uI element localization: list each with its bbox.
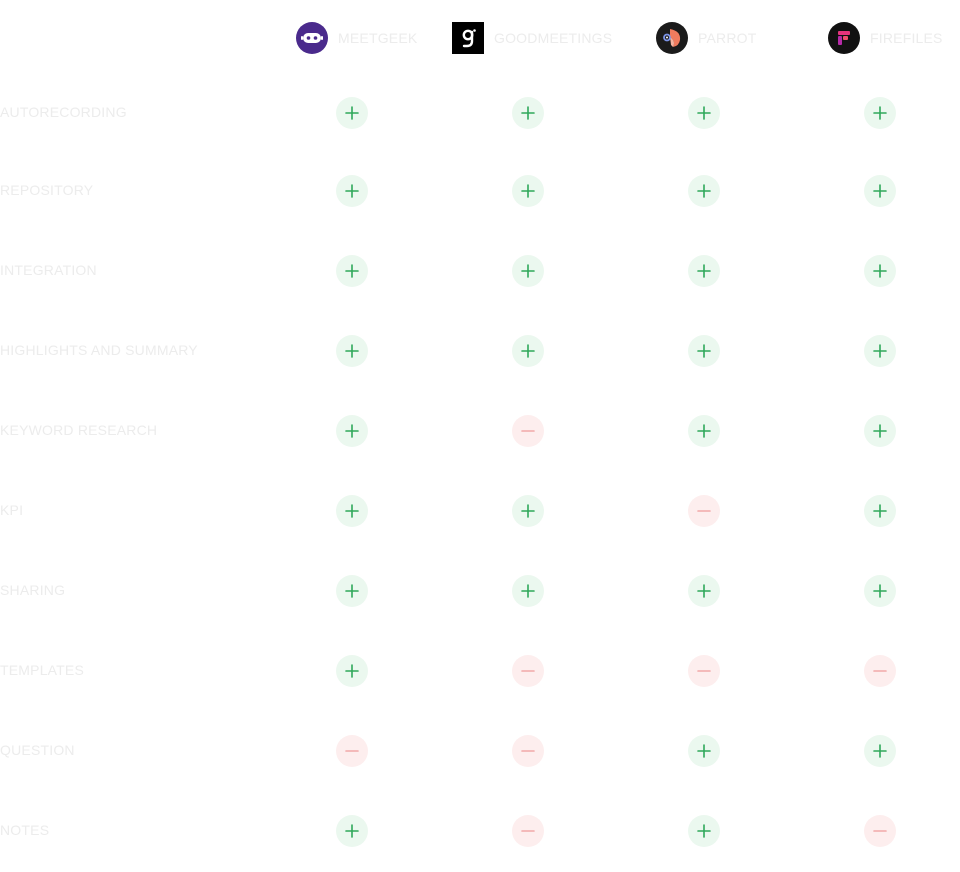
- supported-plus-icon: [864, 255, 896, 287]
- unsupported-minus-icon: [512, 415, 544, 447]
- supported-plus-icon: [864, 495, 896, 527]
- unsupported-minus-icon: [512, 655, 544, 687]
- supported-plus-icon: [864, 175, 896, 207]
- supported-plus-icon: [336, 575, 368, 607]
- feature-label-sharing: SHARING: [0, 582, 66, 598]
- feature-label-integration: INTEGRATION: [0, 262, 97, 278]
- feature-label-keyword-research: KEYWORD RESEARCH: [0, 422, 158, 438]
- supported-plus-icon: [512, 335, 544, 367]
- tool-name-parrot: PARROT: [698, 30, 757, 46]
- goodmeetings-g-icon: [452, 22, 484, 54]
- supported-plus-icon: [688, 815, 720, 847]
- supported-plus-icon: [336, 175, 368, 207]
- tool-header-meetgeek: MEETGEEK: [296, 22, 417, 54]
- supported-plus-icon: [336, 335, 368, 367]
- supported-plus-icon: [688, 175, 720, 207]
- supported-plus-icon: [688, 415, 720, 447]
- supported-plus-icon: [688, 335, 720, 367]
- tool-name-meetgeek: MEETGEEK: [338, 30, 418, 46]
- supported-plus-icon: [864, 415, 896, 447]
- tool-header-parrot: PARROT: [656, 22, 757, 54]
- tool-header-goodmeetings: GOODMEETINGS: [452, 22, 612, 54]
- unsupported-minus-icon: [688, 655, 720, 687]
- unsupported-minus-icon: [864, 655, 896, 687]
- unsupported-minus-icon: [864, 815, 896, 847]
- feature-label-notes: NOTES: [0, 822, 50, 838]
- supported-plus-icon: [688, 97, 720, 129]
- supported-plus-icon: [864, 735, 896, 767]
- supported-plus-icon: [336, 255, 368, 287]
- supported-plus-icon: [336, 815, 368, 847]
- supported-plus-icon: [336, 415, 368, 447]
- supported-plus-icon: [336, 97, 368, 129]
- feature-label-templates: TEMPLATES: [0, 662, 85, 678]
- meetgeek-robot-icon: [296, 22, 328, 54]
- tool-name-goodmeetings: GOODMEETINGS: [494, 30, 613, 46]
- tool-header-firefiles: FIREFILES: [828, 22, 943, 54]
- supported-plus-icon: [864, 97, 896, 129]
- feature-label-kpi: KPI: [0, 502, 24, 518]
- comparison-header: MEETGEEK GOODMEETINGS PARROT FIREFILES: [0, 22, 960, 54]
- supported-plus-icon: [336, 495, 368, 527]
- unsupported-minus-icon: [512, 815, 544, 847]
- supported-plus-icon: [512, 575, 544, 607]
- feature-label-question: QUESTION: [0, 742, 75, 758]
- parrot-bird-icon: [656, 22, 688, 54]
- supported-plus-icon: [512, 495, 544, 527]
- unsupported-minus-icon: [688, 495, 720, 527]
- supported-plus-icon: [688, 575, 720, 607]
- tool-name-firefiles: FIREFILES: [870, 30, 943, 46]
- supported-plus-icon: [688, 735, 720, 767]
- supported-plus-icon: [336, 655, 368, 687]
- unsupported-minus-icon: [512, 735, 544, 767]
- supported-plus-icon: [864, 335, 896, 367]
- feature-label-autorecording: AUTORECORDING: [0, 104, 127, 120]
- fireflies-logo-icon: [828, 22, 860, 54]
- supported-plus-icon: [864, 575, 896, 607]
- supported-plus-icon: [512, 175, 544, 207]
- supported-plus-icon: [688, 255, 720, 287]
- supported-plus-icon: [512, 255, 544, 287]
- supported-plus-icon: [512, 97, 544, 129]
- feature-label-highlights-and-summary: HIGHLIGHTS AND SUMMARY: [0, 342, 198, 358]
- feature-label-repository: REPOSITORY: [0, 182, 94, 198]
- unsupported-minus-icon: [336, 735, 368, 767]
